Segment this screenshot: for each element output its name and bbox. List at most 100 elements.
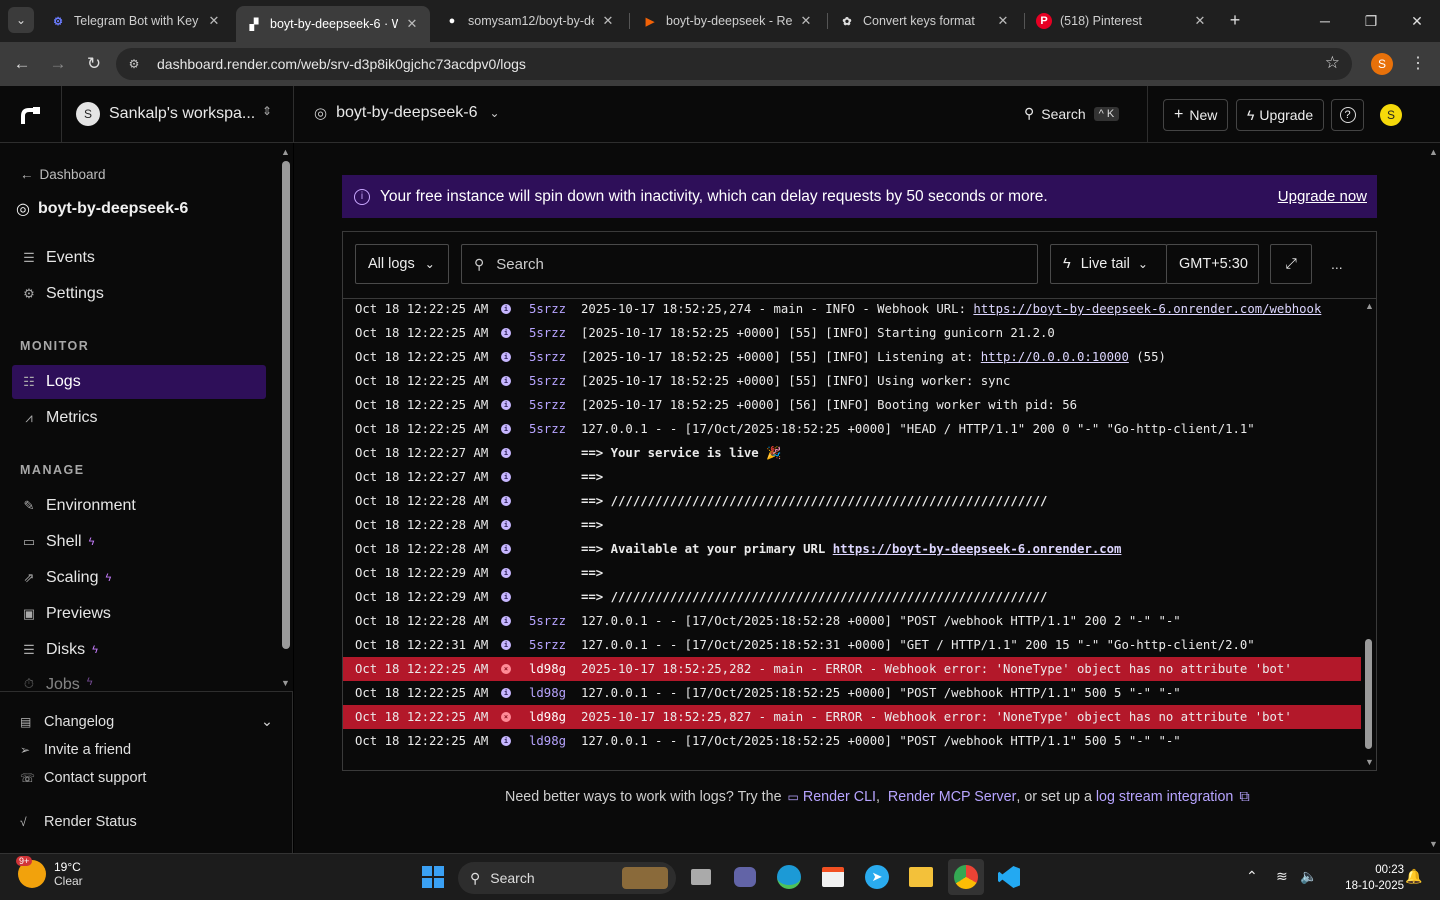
sidebar-item-environment[interactable]: ✎ Environment [12, 489, 266, 523]
sidebar-item-logs[interactable]: ☷ Logs [12, 365, 266, 399]
browser-tab-active[interactable]: ▞ boyt-by-deepseek-6 · W ✕ [236, 6, 430, 42]
weather-widget[interactable]: 9+ 19°C Clear [16, 856, 83, 888]
browser-tab[interactable]: ✿ Convert keys format ✕ [829, 6, 1021, 36]
address-bar[interactable]: ⚙ dashboard.render.com/web/srv-d3p8ik0gj… [116, 48, 1352, 80]
log-row[interactable]: Oct 18 12:22:28 AM i ==> Available at your… [343, 537, 1361, 561]
log-instance-id[interactable]: 5srzz [529, 417, 566, 441]
log-row[interactable]: Oct 18 12:22:25 AM i 5srzz [2025-10-17 18:5… [343, 393, 1361, 417]
render-status-item[interactable]: √ Render Status [20, 814, 137, 830]
log-row[interactable]: Oct 18 12:22:28 AM i ==> [343, 513, 1361, 537]
log-filter-dropdown[interactable]: All logs ⌄ [355, 244, 449, 284]
upgrade-now-link[interactable]: Upgrade now [1278, 188, 1367, 205]
browser-tab[interactable]: P (518) Pinterest ✕ [1026, 6, 1218, 36]
fullscreen-button[interactable]: ⤢ [1270, 244, 1312, 284]
log-stream-link[interactable]: log stream integration [1096, 789, 1233, 805]
close-tab-icon[interactable]: ✕ [798, 13, 814, 29]
close-tab-icon[interactable]: ✕ [600, 13, 616, 29]
log-link[interactable]: https://boyt-by-deepseek-6.onrender.com [833, 542, 1122, 556]
log-instance-id[interactable]: 5srzz [529, 369, 566, 393]
log-row-error[interactable]: Oct 18 12:22:25 AM × ld98g 2025-10-17 18:52… [343, 657, 1361, 681]
vscode-icon[interactable] [994, 862, 1024, 892]
scroll-down-arrow-icon[interactable]: ▼ [1365, 757, 1374, 767]
browser-tab[interactable]: ⚙ Telegram Bot with Key D ✕ [40, 6, 232, 36]
sidebar-item-disks[interactable]: ☰ Disks ϟ [12, 633, 266, 667]
scroll-up-arrow-icon[interactable]: ▲ [1429, 147, 1438, 157]
url-text[interactable]: dashboard.render.com/web/srv-d3p8ik0gjch… [157, 56, 526, 72]
log-instance-id[interactable]: 5srzz [529, 299, 566, 321]
sidebar-item-events[interactable]: ☰ Events [12, 241, 266, 275]
service-selector[interactable]: ◎ boyt-by-deepseek-6 ⌄ [314, 104, 500, 122]
browser-menu-icon[interactable]: ⋮ [1408, 52, 1428, 76]
task-view-icon[interactable] [686, 862, 716, 892]
scroll-up-arrow-icon[interactable]: ▲ [281, 147, 290, 157]
sidebar-item-scaling[interactable]: ⇗ Scaling ϟ [12, 561, 266, 595]
more-options-button[interactable]: ... [1331, 256, 1343, 272]
log-row[interactable]: Oct 18 12:22:27 AM i ==> Your service is l… [343, 441, 1361, 465]
wifi-icon[interactable]: ≋ [1276, 868, 1288, 885]
new-tab-button[interactable]: + [1224, 9, 1246, 31]
log-row[interactable]: Oct 18 12:22:25 AM i ld98g 127.0.0.1 - - [1… [343, 729, 1361, 753]
log-row[interactable]: Oct 18 12:22:28 AM i ==> /////////////////… [343, 489, 1361, 513]
browser-profile-avatar[interactable]: S [1371, 53, 1393, 75]
telegram-icon[interactable]: ➤ [862, 862, 892, 892]
live-tail-button[interactable]: ϟ Live tail ⌄ [1050, 244, 1167, 284]
file-explorer-icon[interactable] [906, 862, 936, 892]
log-instance-id[interactable]: 5srzz [529, 609, 566, 633]
upgrade-button[interactable]: ϟ Upgrade [1236, 99, 1325, 131]
bookmark-star-icon[interactable]: ☆ [1325, 53, 1340, 73]
forward-arrow-icon[interactable]: → [45, 51, 71, 77]
teams-chat-icon[interactable] [730, 862, 760, 892]
log-instance-id[interactable]: 5srzz [529, 633, 566, 657]
tab-search-button[interactable]: ⌄ [8, 7, 34, 33]
sidebar-scrollbar[interactable]: ▲ ▼ [279, 143, 293, 691]
workspace-switcher[interactable]: S Sankalp's workspa... ⇕ [76, 102, 272, 126]
log-row[interactable]: Oct 18 12:22:25 AM i 5srzz [2025-10-17 18:5… [343, 369, 1361, 393]
log-instance-id[interactable]: ld98g [529, 705, 566, 729]
close-window-icon[interactable]: ✕ [1404, 8, 1430, 34]
close-tab-icon[interactable]: ✕ [206, 13, 222, 29]
log-row[interactable]: Oct 18 12:22:29 AM i ==> [343, 561, 1361, 585]
store-icon[interactable] [818, 862, 848, 892]
back-to-dashboard-link[interactable]: ← Dashboard [20, 167, 106, 182]
sidebar-item-settings[interactable]: ⚙ Settings [12, 277, 266, 311]
log-row[interactable]: Oct 18 12:22:25 AM i ld98g 127.0.0.1 - - [1… [343, 681, 1361, 705]
restore-icon[interactable]: ❐ [1358, 8, 1384, 34]
log-row[interactable]: Oct 18 12:22:28 AM i 5srzz 127.0.0.1 - - [1… [343, 609, 1361, 633]
render-logo[interactable] [20, 104, 42, 126]
windows-start-icon[interactable] [418, 862, 448, 892]
main-scrollbar[interactable]: ▲ ▼ [1426, 143, 1440, 853]
log-row[interactable]: Oct 18 12:22:27 AM i ==> [343, 465, 1361, 489]
log-row[interactable]: Oct 18 12:22:25 AM i 5srzz 127.0.0.1 - - [1… [343, 417, 1361, 441]
header-search[interactable]: ⚲ Search ^ K [1024, 105, 1120, 122]
sidebar-item-jobs[interactable]: ⏱ Jobs ϟ [12, 669, 266, 691]
help-button[interactable]: ? [1331, 99, 1364, 131]
log-instance-id[interactable]: ld98g [529, 729, 566, 753]
log-row[interactable]: Oct 18 12:22:31 AM i 5srzz 127.0.0.1 - - [1… [343, 633, 1361, 657]
log-scrollbar[interactable]: ▲ ▼ [1361, 299, 1376, 770]
log-link[interactable]: http://0.0.0.0:10000 [981, 350, 1129, 364]
log-row[interactable]: Oct 18 12:22:25 AM i 5srzz [2025-10-17 18:5… [343, 321, 1361, 345]
minimize-icon[interactable]: ─ [1312, 8, 1338, 34]
new-button[interactable]: + New [1163, 99, 1229, 131]
edge-icon[interactable] [774, 862, 804, 892]
log-row[interactable]: Oct 18 12:22:25 AM i 5srzz 2025-10-17 18:52… [343, 299, 1361, 321]
close-tab-icon[interactable]: ✕ [404, 16, 420, 32]
log-instance-id[interactable]: 5srzz [529, 393, 566, 417]
chrome-icon[interactable] [948, 859, 984, 895]
close-tab-icon[interactable]: ✕ [995, 13, 1011, 29]
sidebar-item-shell[interactable]: ▭ Shell ϟ [12, 525, 266, 559]
render-mcp-link[interactable]: Render MCP Server [888, 789, 1016, 805]
render-cli-link[interactable]: Render CLI [803, 789, 876, 805]
log-row[interactable]: Oct 18 12:22:25 AM i 5srzz [2025-10-17 18:5… [343, 345, 1361, 369]
browser-tab[interactable]: ▶ boyt-by-deepseek - Rep ✕ [632, 6, 824, 36]
system-clock[interactable]: 00:23 18-10-2025 [1334, 862, 1404, 894]
sidebar-scroll-thumb[interactable] [282, 161, 290, 649]
log-search-input[interactable]: ⚲ Search [461, 244, 1038, 284]
log-instance-id[interactable]: 5srzz [529, 321, 566, 345]
scroll-up-arrow-icon[interactable]: ▲ [1365, 301, 1374, 311]
log-instance-id[interactable]: ld98g [529, 681, 566, 705]
contact-support-item[interactable]: ☏ Contact support [20, 770, 146, 786]
volume-icon[interactable]: 🔈 [1300, 868, 1317, 885]
site-info-icon[interactable]: ⚙ [126, 56, 142, 72]
tray-overflow-icon[interactable]: ⌃ [1246, 868, 1258, 885]
